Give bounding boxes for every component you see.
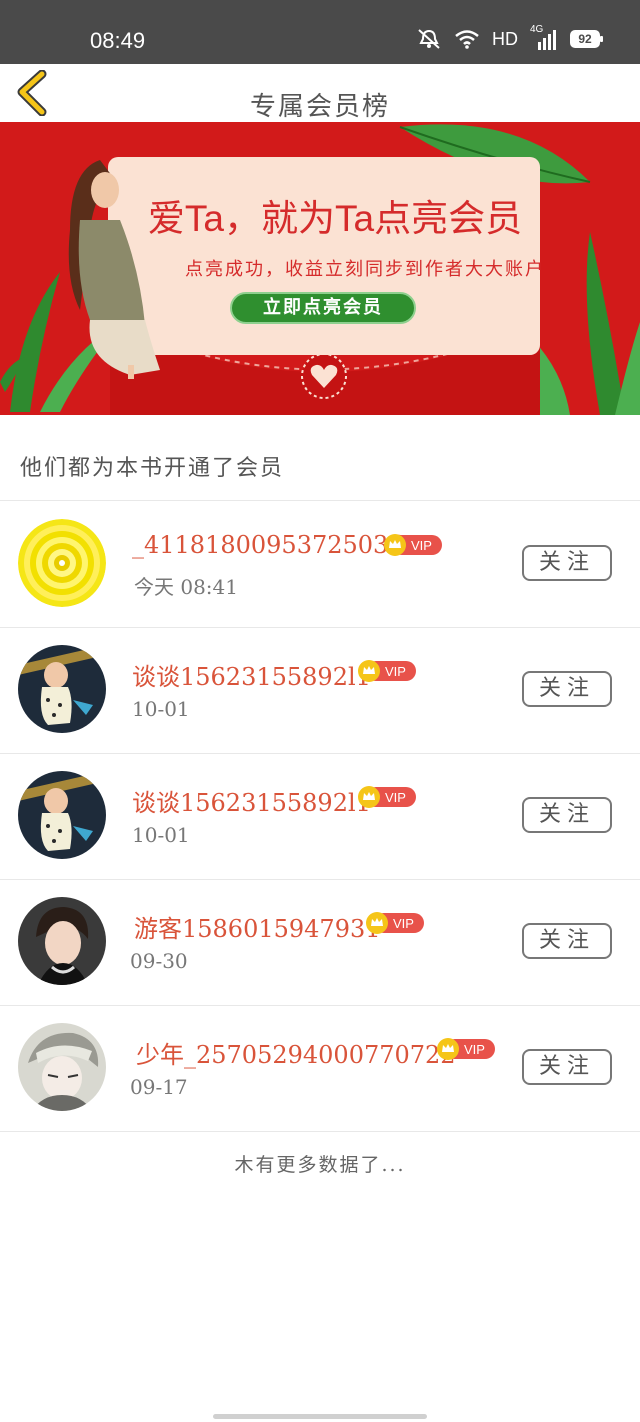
list-item: 少年_25705294000770722 VIP 09-17 关注 <box>0 1005 640 1131</box>
avatar[interactable] <box>18 519 106 607</box>
avatar[interactable] <box>18 897 106 985</box>
svg-text:VIP: VIP <box>385 790 406 805</box>
avatar[interactable] <box>18 771 106 859</box>
vip-badge: VIP <box>358 660 416 682</box>
header: 专属会员榜 <box>0 64 640 122</box>
status-icons: HD 4G 92 <box>416 24 603 50</box>
member-date: 09-17 <box>130 1075 188 1099</box>
vip-badge: VIP <box>384 534 442 556</box>
activate-membership-button[interactable]: 立即点亮会员 <box>230 292 416 324</box>
member-name: 谈谈15623155892l1 <box>132 789 371 817</box>
section-title: 他们都为本书开通了会员 <box>20 456 285 481</box>
follow-button[interactable]: 关注 <box>522 797 612 833</box>
no-more-data-text: 木有更多数据了... <box>234 1154 406 1176</box>
signal-icon: 4G <box>530 24 558 50</box>
follow-button[interactable]: 关注 <box>522 1049 612 1085</box>
wifi-icon <box>454 29 480 49</box>
page-title: 专属会员榜 <box>249 92 390 122</box>
member-name: _4118180095372503O <box>132 531 408 559</box>
banner-subtitle: 点亮成功，收益立刻同步到作者大大账户 <box>185 259 545 280</box>
member-date: 09-30 <box>130 949 188 973</box>
status-bar: 08:49 HD 4G 92 <box>0 0 640 64</box>
list-item: 谈谈15623155892l1 VIP 10-01 关注 <box>0 627 640 753</box>
follow-button[interactable]: 关注 <box>522 923 612 959</box>
mute-bell-icon <box>416 28 442 50</box>
baby-avatar-icon <box>18 645 106 733</box>
divider <box>0 1131 640 1132</box>
member-name: 游客1586015947931 <box>134 915 381 943</box>
list-item: 游客1586015947931 VIP 09-30 关注 <box>0 879 640 1005</box>
member-date: 今天 08:41 <box>134 575 238 599</box>
home-indicator[interactable] <box>213 1414 427 1419</box>
svg-text:VIP: VIP <box>393 916 414 931</box>
network-label: HD <box>492 28 518 49</box>
avatar[interactable] <box>18 1023 106 1111</box>
person-avatar-icon <box>18 897 106 985</box>
member-date: 10-01 <box>132 823 190 847</box>
baby-avatar-icon <box>18 771 106 859</box>
member-name: 谈谈15623155892l1 <box>132 663 371 691</box>
vip-badge: VIP <box>358 786 416 808</box>
svg-text:VIP: VIP <box>464 1042 485 1057</box>
member-name: 少年_25705294000770722 <box>136 1041 456 1069</box>
vip-badge: VIP <box>437 1038 495 1060</box>
list-item: 谈谈15623155892l1 VIP 10-01 关注 <box>0 753 640 879</box>
vip-badge: VIP <box>366 912 424 934</box>
follow-button[interactable]: 关注 <box>522 545 612 581</box>
status-time: 08:49 <box>90 28 146 53</box>
follow-button[interactable]: 关注 <box>522 671 612 707</box>
avatar[interactable] <box>18 645 106 733</box>
flower-avatar-icon <box>18 519 106 607</box>
anime-avatar-icon <box>18 1023 106 1111</box>
membership-banner[interactable]: 爱Ta，就为Ta点亮会员 点亮成功，收益立刻同步到作者大大账户 立即点亮会员 <box>0 122 640 415</box>
svg-text:VIP: VIP <box>385 664 406 679</box>
list-item: _4118180095372503O VIP 今天 08:41 关注 <box>0 501 640 627</box>
member-date: 10-01 <box>132 697 190 721</box>
battery-icon: 92 <box>570 30 603 48</box>
svg-text:VIP: VIP <box>411 538 432 553</box>
banner-title: 爱Ta，就为Ta点亮会员 <box>147 198 523 239</box>
